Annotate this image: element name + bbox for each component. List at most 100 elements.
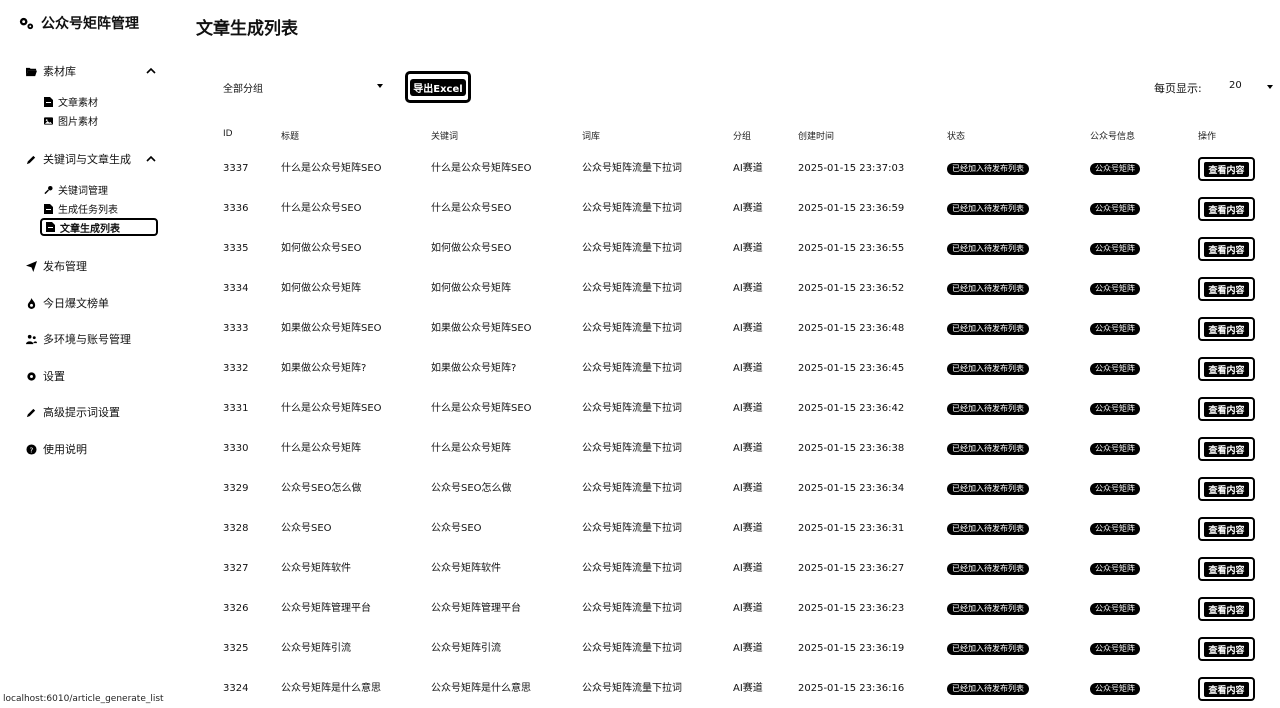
- view-content-label: 查看内容: [1204, 161, 1249, 177]
- cell-created: 2025-01-15 23:36:19: [798, 643, 905, 654]
- view-content-button[interactable]: 查看内容: [1198, 637, 1255, 661]
- table-row: 3331 什么是公众号矩阵SEO 什么是公众号矩阵SEO 公众号矩阵流量下拉词 AI赛道…: [0, 397, 1280, 442]
- view-content-label: 查看内容: [1204, 561, 1249, 577]
- cell-lexicon: 公众号矩阵流量下拉词: [582, 283, 682, 294]
- account-badge: 公众号矩阵: [1090, 443, 1140, 455]
- table-row: 3335 如何做公众号SEO 如何做公众号SEO 公众号矩阵流量下拉词 AI赛道 2025…: [0, 237, 1280, 282]
- group-filter-select[interactable]: 全部分组: [223, 79, 383, 95]
- view-content-label: 查看内容: [1204, 481, 1249, 497]
- cell-created: 2025-01-15 23:36:55: [798, 243, 905, 254]
- sidebar-item-label: 文章素材: [58, 98, 98, 109]
- page-size-select[interactable]: 20: [1229, 80, 1242, 91]
- cell-id: 3331: [223, 403, 249, 414]
- view-content-button[interactable]: 查看内容: [1198, 597, 1255, 621]
- cell-id: 3333: [223, 323, 249, 334]
- cell-group: AI赛道: [733, 283, 763, 294]
- chevron-up-icon: [146, 67, 156, 74]
- folder-open-icon: [26, 67, 37, 76]
- account-badge: 公众号矩阵: [1090, 363, 1140, 375]
- table-row: 3332 如果做公众号矩阵? 如果做公众号矩阵? 公众号矩阵流量下拉词 AI赛道 2025…: [0, 357, 1280, 402]
- cell-id: 3337: [223, 163, 249, 174]
- status-badge: 已经加入待发布列表: [947, 403, 1029, 415]
- app-title: 公众号矩阵管理: [41, 16, 139, 32]
- view-content-button[interactable]: 查看内容: [1198, 517, 1255, 541]
- cell-created: 2025-01-15 23:36:38: [798, 443, 905, 454]
- file-icon: [44, 96, 53, 107]
- view-content-button[interactable]: 查看内容: [1198, 197, 1255, 221]
- page-size-label: 每页显示:: [1154, 82, 1202, 95]
- view-content-button[interactable]: 查看内容: [1198, 157, 1255, 181]
- cell-keyword: 公众号矩阵管理平台: [431, 603, 521, 614]
- sidebar-item-article-materials[interactable]: 文章素材: [44, 94, 98, 109]
- account-badge: 公众号矩阵: [1090, 683, 1140, 695]
- status-badge: 已经加入待发布列表: [947, 523, 1029, 535]
- table-row: 3327 公众号矩阵软件 公众号矩阵软件 公众号矩阵流量下拉词 AI赛道 2025-01-…: [0, 557, 1280, 602]
- view-content-button[interactable]: 查看内容: [1198, 397, 1255, 421]
- cell-title: 公众号SEO: [281, 523, 332, 534]
- column-header-keyword: 关键词: [431, 132, 459, 142]
- view-content-label: 查看内容: [1204, 241, 1249, 257]
- group-filter-value: 全部分组: [223, 83, 263, 95]
- cell-id: 3336: [223, 203, 249, 214]
- sidebar-item-label: 图片素材: [58, 117, 98, 128]
- cell-created: 2025-01-15 23:36:42: [798, 403, 905, 414]
- account-badge: 公众号矩阵: [1090, 163, 1140, 175]
- cell-title: 如何做公众号SEO: [281, 243, 362, 254]
- view-content-button[interactable]: 查看内容: [1198, 237, 1255, 261]
- cell-lexicon: 公众号矩阵流量下拉词: [582, 603, 682, 614]
- view-content-label: 查看内容: [1204, 441, 1249, 457]
- cell-lexicon: 公众号矩阵流量下拉词: [582, 683, 682, 694]
- view-content-button[interactable]: 查看内容: [1198, 437, 1255, 461]
- view-content-button[interactable]: 查看内容: [1198, 477, 1255, 501]
- caret-down-icon: [377, 84, 383, 88]
- status-badge: 已经加入待发布列表: [947, 443, 1029, 455]
- view-content-button[interactable]: 查看内容: [1198, 557, 1255, 581]
- column-header-status: 状态: [947, 132, 966, 142]
- cell-keyword: 公众号矩阵软件: [431, 563, 501, 574]
- cell-created: 2025-01-15 23:37:03: [798, 163, 905, 174]
- view-content-button[interactable]: 查看内容: [1198, 317, 1255, 341]
- cell-keyword: 公众号矩阵引流: [431, 643, 501, 654]
- cell-keyword: 如果做公众号矩阵SEO: [431, 323, 532, 334]
- cell-keyword: 如何做公众号矩阵: [431, 283, 511, 294]
- cell-title: 什么是公众号矩阵: [281, 443, 361, 454]
- cell-created: 2025-01-15 23:36:45: [798, 363, 905, 374]
- status-badge: 已经加入待发布列表: [947, 643, 1029, 655]
- status-url: localhost:6010/article_generate_list: [0, 693, 167, 705]
- account-badge: 公众号矩阵: [1090, 323, 1140, 335]
- cell-id: 3327: [223, 563, 249, 574]
- sidebar-group-label: 素材库: [43, 65, 76, 78]
- cell-created: 2025-01-15 23:36:27: [798, 563, 905, 574]
- view-content-button[interactable]: 查看内容: [1198, 277, 1255, 301]
- cell-lexicon: 公众号矩阵流量下拉词: [582, 403, 682, 414]
- cell-created: 2025-01-15 23:36:48: [798, 323, 905, 334]
- account-badge: 公众号矩阵: [1090, 603, 1140, 615]
- column-header-title: 标题: [281, 132, 300, 142]
- table-row: 3334 如何做公众号矩阵 如何做公众号矩阵 公众号矩阵流量下拉词 AI赛道 2025-0…: [0, 277, 1280, 322]
- cell-lexicon: 公众号矩阵流量下拉词: [582, 523, 682, 534]
- cell-title: 什么是公众号SEO: [281, 203, 362, 214]
- view-content-label: 查看内容: [1204, 681, 1249, 697]
- view-content-button[interactable]: 查看内容: [1198, 677, 1255, 701]
- cell-group: AI赛道: [733, 563, 763, 574]
- cell-lexicon: 公众号矩阵流量下拉词: [582, 323, 682, 334]
- cell-id: 3329: [223, 483, 249, 494]
- cell-title: 什么是公众号矩阵SEO: [281, 403, 382, 414]
- view-content-label: 查看内容: [1204, 321, 1249, 337]
- cell-created: 2025-01-15 23:36:23: [798, 603, 905, 614]
- brand: 公众号矩阵管理: [18, 13, 139, 33]
- cell-title: 如何做公众号矩阵: [281, 283, 361, 294]
- sidebar-group-materials[interactable]: 素材库: [26, 63, 156, 79]
- status-badge: 已经加入待发布列表: [947, 483, 1029, 495]
- column-header-group: 分组: [733, 132, 752, 142]
- table-row: 3329 公众号SEO怎么做 公众号SEO怎么做 公众号矩阵流量下拉词 AI赛道 2025…: [0, 477, 1280, 522]
- export-excel-button[interactable]: 导出Excel: [405, 71, 471, 103]
- cell-lexicon: 公众号矩阵流量下拉词: [582, 443, 682, 454]
- cell-id: 3328: [223, 523, 249, 534]
- view-content-button[interactable]: 查看内容: [1198, 357, 1255, 381]
- cell-group: AI赛道: [733, 643, 763, 654]
- export-excel-label: 导出Excel: [410, 78, 466, 96]
- account-badge: 公众号矩阵: [1090, 243, 1140, 255]
- cell-id: 3330: [223, 443, 249, 454]
- sidebar-item-image-materials[interactable]: 图片素材: [44, 113, 98, 128]
